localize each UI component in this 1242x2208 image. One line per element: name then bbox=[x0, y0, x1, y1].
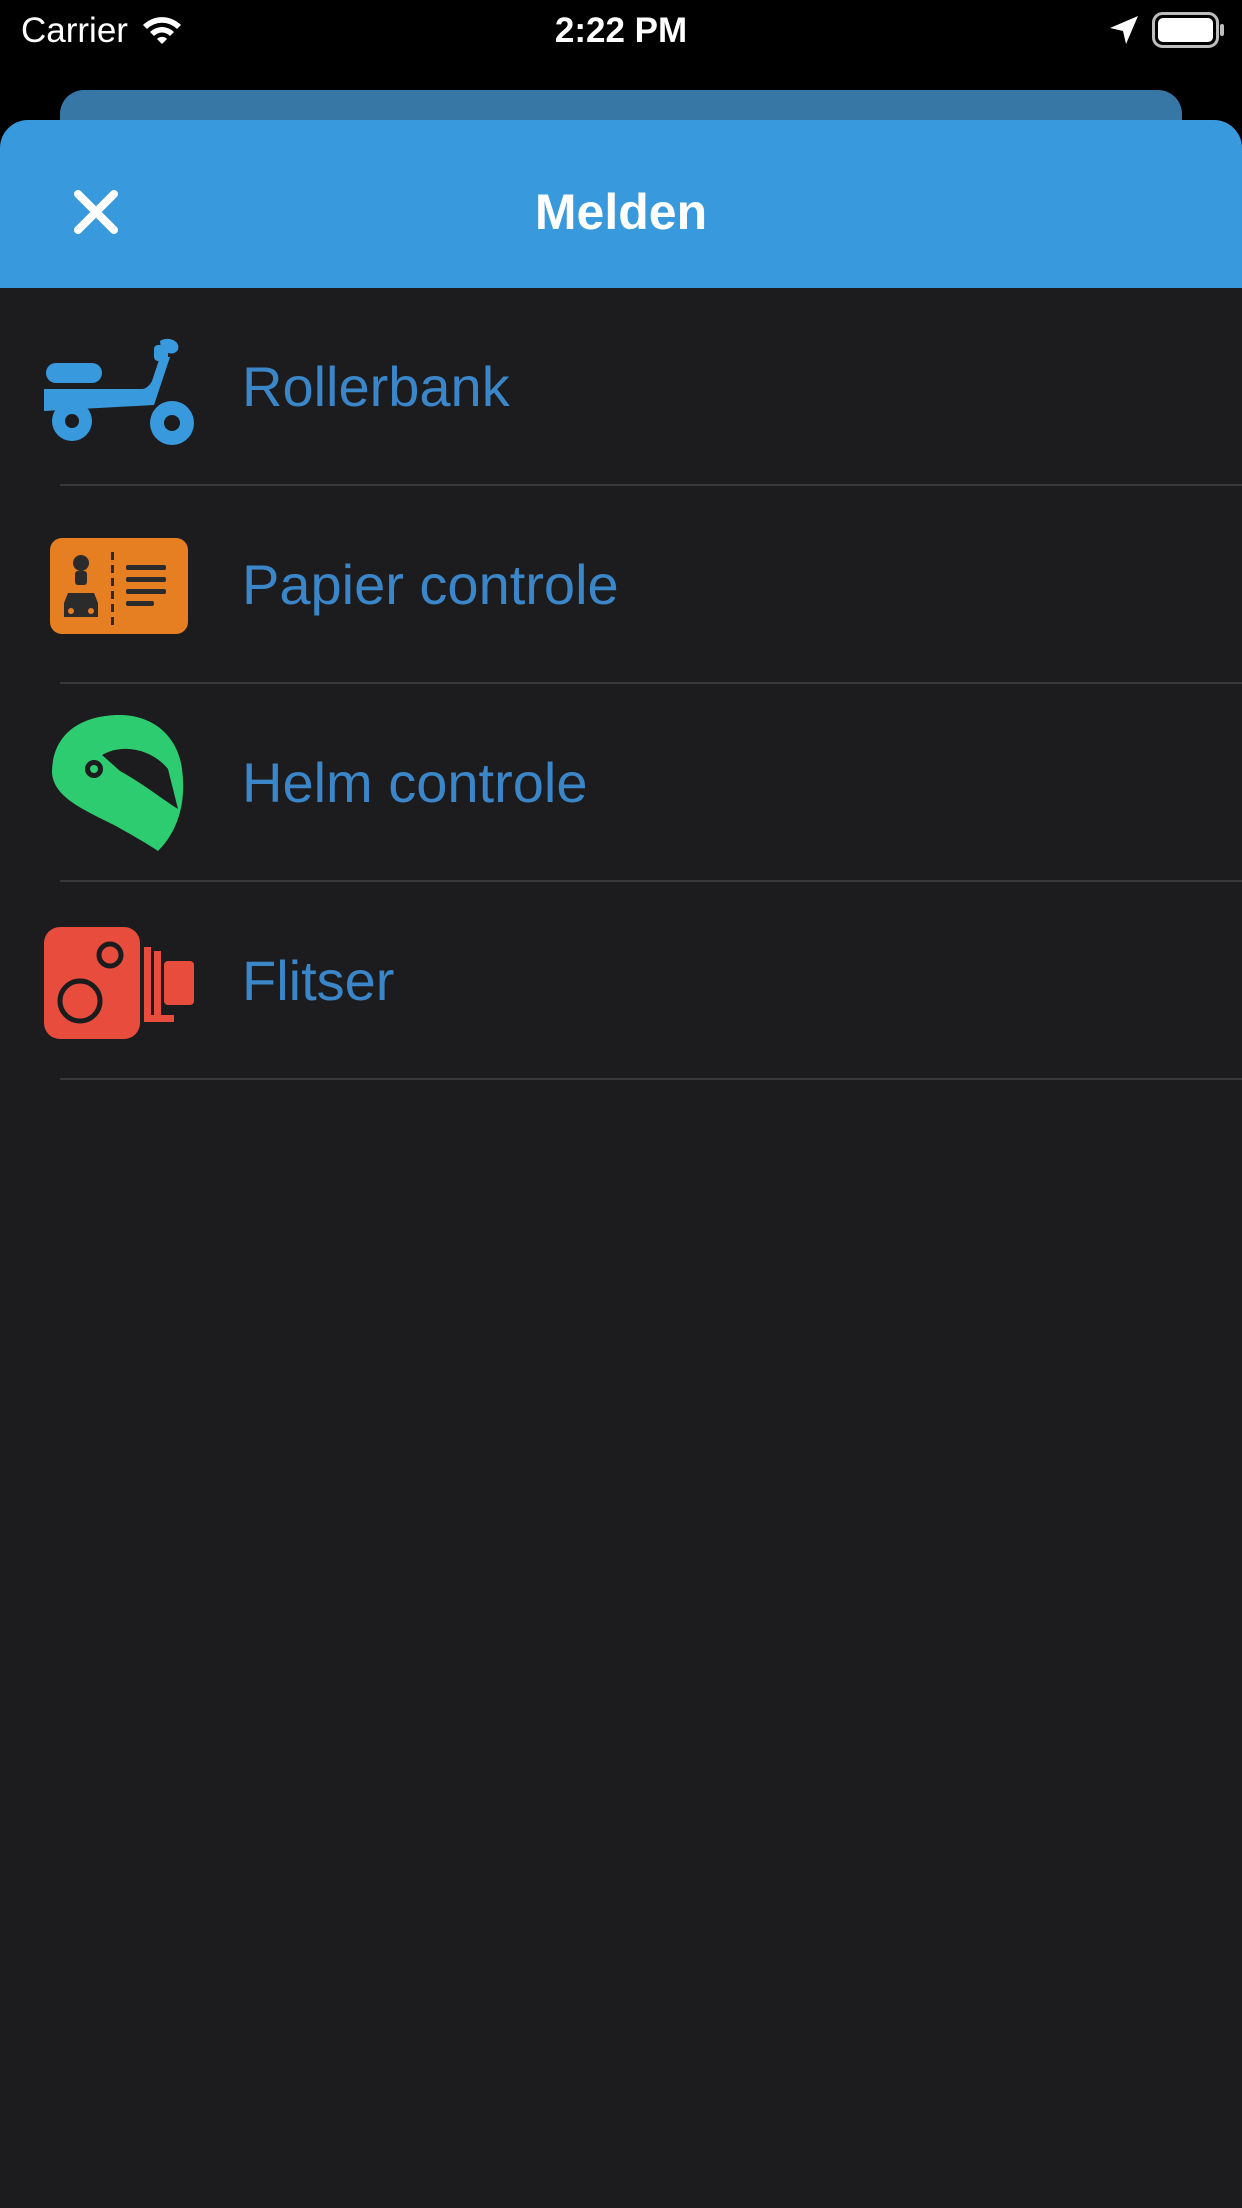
list-item-rollerbank[interactable]: Rollerbank bbox=[0, 288, 1242, 486]
scooter-icon bbox=[44, 338, 194, 445]
screen: Carrier 2:22 PM Melden Rollerbank Papier… bbox=[0, 0, 1242, 2208]
helmet-icon bbox=[52, 715, 184, 851]
list-item-helm-controle[interactable]: Helm controle bbox=[0, 684, 1242, 882]
battery-icon bbox=[1152, 12, 1224, 48]
status-time: 2:22 PM bbox=[554, 11, 688, 50]
report-list: Rollerbank Papier controle Helm controle… bbox=[0, 288, 1242, 1080]
list-item-label: Flitser bbox=[242, 949, 395, 1012]
nav-bar: Melden bbox=[0, 120, 1242, 288]
page-title: Melden bbox=[534, 184, 708, 240]
list-item-papier-controle[interactable]: Papier controle bbox=[0, 486, 1242, 684]
modal-sheet: Melden Rollerbank Papier controle Helm c… bbox=[0, 120, 1242, 2208]
speed-camera-icon bbox=[44, 927, 194, 1039]
list-item-label: Rollerbank bbox=[242, 355, 510, 418]
status-bar: Carrier 2:22 PM bbox=[0, 0, 1242, 62]
list-item-label: Helm controle bbox=[242, 751, 588, 814]
list-item-flitser[interactable]: Flitser bbox=[0, 882, 1242, 1080]
list-item-label: Papier controle bbox=[242, 553, 619, 616]
location-arrow-icon bbox=[1110, 16, 1138, 44]
license-card-icon bbox=[50, 538, 188, 634]
status-indicators bbox=[1108, 12, 1226, 48]
